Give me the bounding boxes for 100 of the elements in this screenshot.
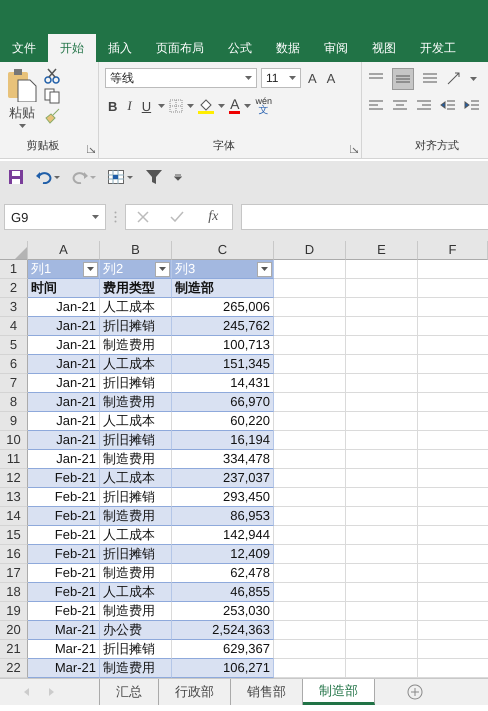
filter-button[interactable] (155, 262, 170, 276)
row-header[interactable]: 1 (0, 260, 28, 279)
table-cell: 265,006 (172, 298, 274, 317)
table-cell: 制造费用 (100, 564, 172, 583)
caret-icon[interactable] (18, 124, 26, 128)
column-header[interactable]: E (346, 241, 418, 260)
fill-color-icon[interactable] (198, 98, 214, 114)
row-header[interactable]: 12 (0, 469, 28, 488)
table-cell: 16,194 (172, 431, 274, 450)
font-size-field[interactable]: 11 (261, 68, 301, 88)
ribbon-tab[interactable]: 页面布局 (144, 34, 216, 62)
ribbon-tab[interactable]: 开发工 (408, 34, 468, 62)
filter-icon[interactable] (146, 169, 162, 185)
row-header[interactable]: 14 (0, 507, 28, 526)
table-cell: 151,345 (172, 355, 274, 374)
caret-icon[interactable] (158, 104, 166, 108)
table-cell: 253,030 (172, 602, 274, 621)
caret-icon[interactable] (92, 215, 99, 219)
insert-function-button[interactable]: fx (205, 209, 222, 225)
row-header[interactable]: 6 (0, 355, 28, 374)
row-header[interactable]: 8 (0, 393, 28, 412)
table-cell: 86,953 (172, 507, 274, 526)
align-middle-icon[interactable] (392, 68, 414, 90)
row-header[interactable]: 3 (0, 298, 28, 317)
row-header[interactable]: 2 (0, 279, 28, 298)
border-icon[interactable] (169, 99, 184, 113)
caret-icon[interactable] (245, 76, 252, 80)
row-header[interactable]: 22 (0, 659, 28, 678)
header-text: 列1 (31, 260, 52, 278)
paste-button[interactable]: 粘贴 (6, 104, 38, 122)
column-header[interactable]: C (172, 241, 274, 260)
row-header[interactable]: 7 (0, 374, 28, 393)
row-header[interactable]: 16 (0, 545, 28, 564)
formula-input[interactable] (241, 204, 488, 230)
table-cell: 106,271 (172, 659, 274, 678)
phonetic-button[interactable]: wén 文 (255, 96, 272, 116)
ribbon-tab[interactable]: 数据 (264, 34, 312, 62)
grow-font-button[interactable]: A (305, 70, 320, 86)
caret-icon[interactable] (289, 76, 296, 80)
row-header[interactable]: 5 (0, 336, 28, 355)
undo-icon[interactable] (36, 170, 60, 184)
row-header[interactable]: 20 (0, 621, 28, 640)
caret-icon[interactable] (470, 77, 477, 81)
row-header[interactable]: 21 (0, 640, 28, 659)
filter-button[interactable] (257, 262, 272, 276)
name-box[interactable]: G9 (4, 204, 106, 230)
italic-button[interactable]: I (124, 98, 135, 114)
underline-button[interactable]: U (138, 98, 154, 114)
copy-icon[interactable] (44, 88, 60, 104)
row-header[interactable]: 11 (0, 450, 28, 469)
add-sheet-icon[interactable] (407, 684, 423, 700)
orientation-icon[interactable] (446, 71, 462, 87)
column-header[interactable]: D (274, 241, 346, 260)
column-header[interactable]: A (28, 241, 100, 260)
row-header[interactable]: 19 (0, 602, 28, 621)
table-cell: Feb-21 (28, 583, 100, 602)
shrink-font-button[interactable]: A (324, 70, 338, 86)
column-header[interactable]: B (100, 241, 172, 260)
launcher-icon[interactable] (87, 145, 95, 153)
table-cell: 12,409 (172, 545, 274, 564)
ribbon-tab[interactable]: 文件 (0, 34, 48, 62)
ribbon-tab[interactable]: 开始 (48, 34, 96, 62)
bold-button[interactable]: B (105, 98, 120, 114)
row-header[interactable]: 10 (0, 431, 28, 450)
row-header[interactable]: 4 (0, 317, 28, 336)
caret-icon[interactable] (218, 104, 226, 108)
customize-icon[interactable] (174, 173, 182, 181)
row-header[interactable]: 18 (0, 583, 28, 602)
dropdown-icon (159, 267, 166, 271)
column-header[interactable]: F (418, 241, 488, 260)
table-cell: 制造费用 (100, 602, 172, 621)
ribbon-tab[interactable]: 公式 (216, 34, 264, 62)
row-header[interactable]: 9 (0, 412, 28, 431)
table-format-icon[interactable] (108, 170, 134, 184)
sheet-tab[interactable]: 行政部 (159, 679, 231, 705)
group-label: 剪贴板 (26, 138, 60, 154)
check-icon[interactable] (170, 211, 184, 223)
row-header[interactable]: 17 (0, 564, 28, 583)
save-icon[interactable] (8, 169, 24, 185)
sheet-tab[interactable]: 制造部 (303, 679, 375, 705)
caret-icon[interactable] (187, 104, 194, 108)
caret-icon[interactable] (244, 104, 252, 108)
table-cell: 制造部 (172, 279, 274, 298)
sheet-tab[interactable]: 汇总 (100, 679, 159, 705)
row-header[interactable]: 15 (0, 526, 28, 545)
table-cell: Feb-21 (28, 545, 100, 564)
scissors-icon[interactable] (44, 68, 60, 84)
ribbon-tab[interactable]: 视图 (360, 34, 408, 62)
paste-icon[interactable] (7, 68, 37, 102)
table-cell: 293,450 (172, 488, 274, 507)
table-cell: Feb-21 (28, 564, 100, 583)
ribbon-tab[interactable]: 插入 (96, 34, 144, 62)
font-color-button[interactable]: A (229, 98, 240, 114)
font-name-field[interactable]: 等线 (105, 68, 257, 88)
ribbon-tab[interactable]: 审阅 (312, 34, 360, 62)
row-header[interactable]: 13 (0, 488, 28, 507)
filter-button[interactable] (83, 262, 98, 276)
table-cell: 人工成本 (100, 355, 172, 374)
launcher-icon[interactable] (350, 145, 358, 153)
table-cell: Jan-21 (28, 317, 100, 336)
